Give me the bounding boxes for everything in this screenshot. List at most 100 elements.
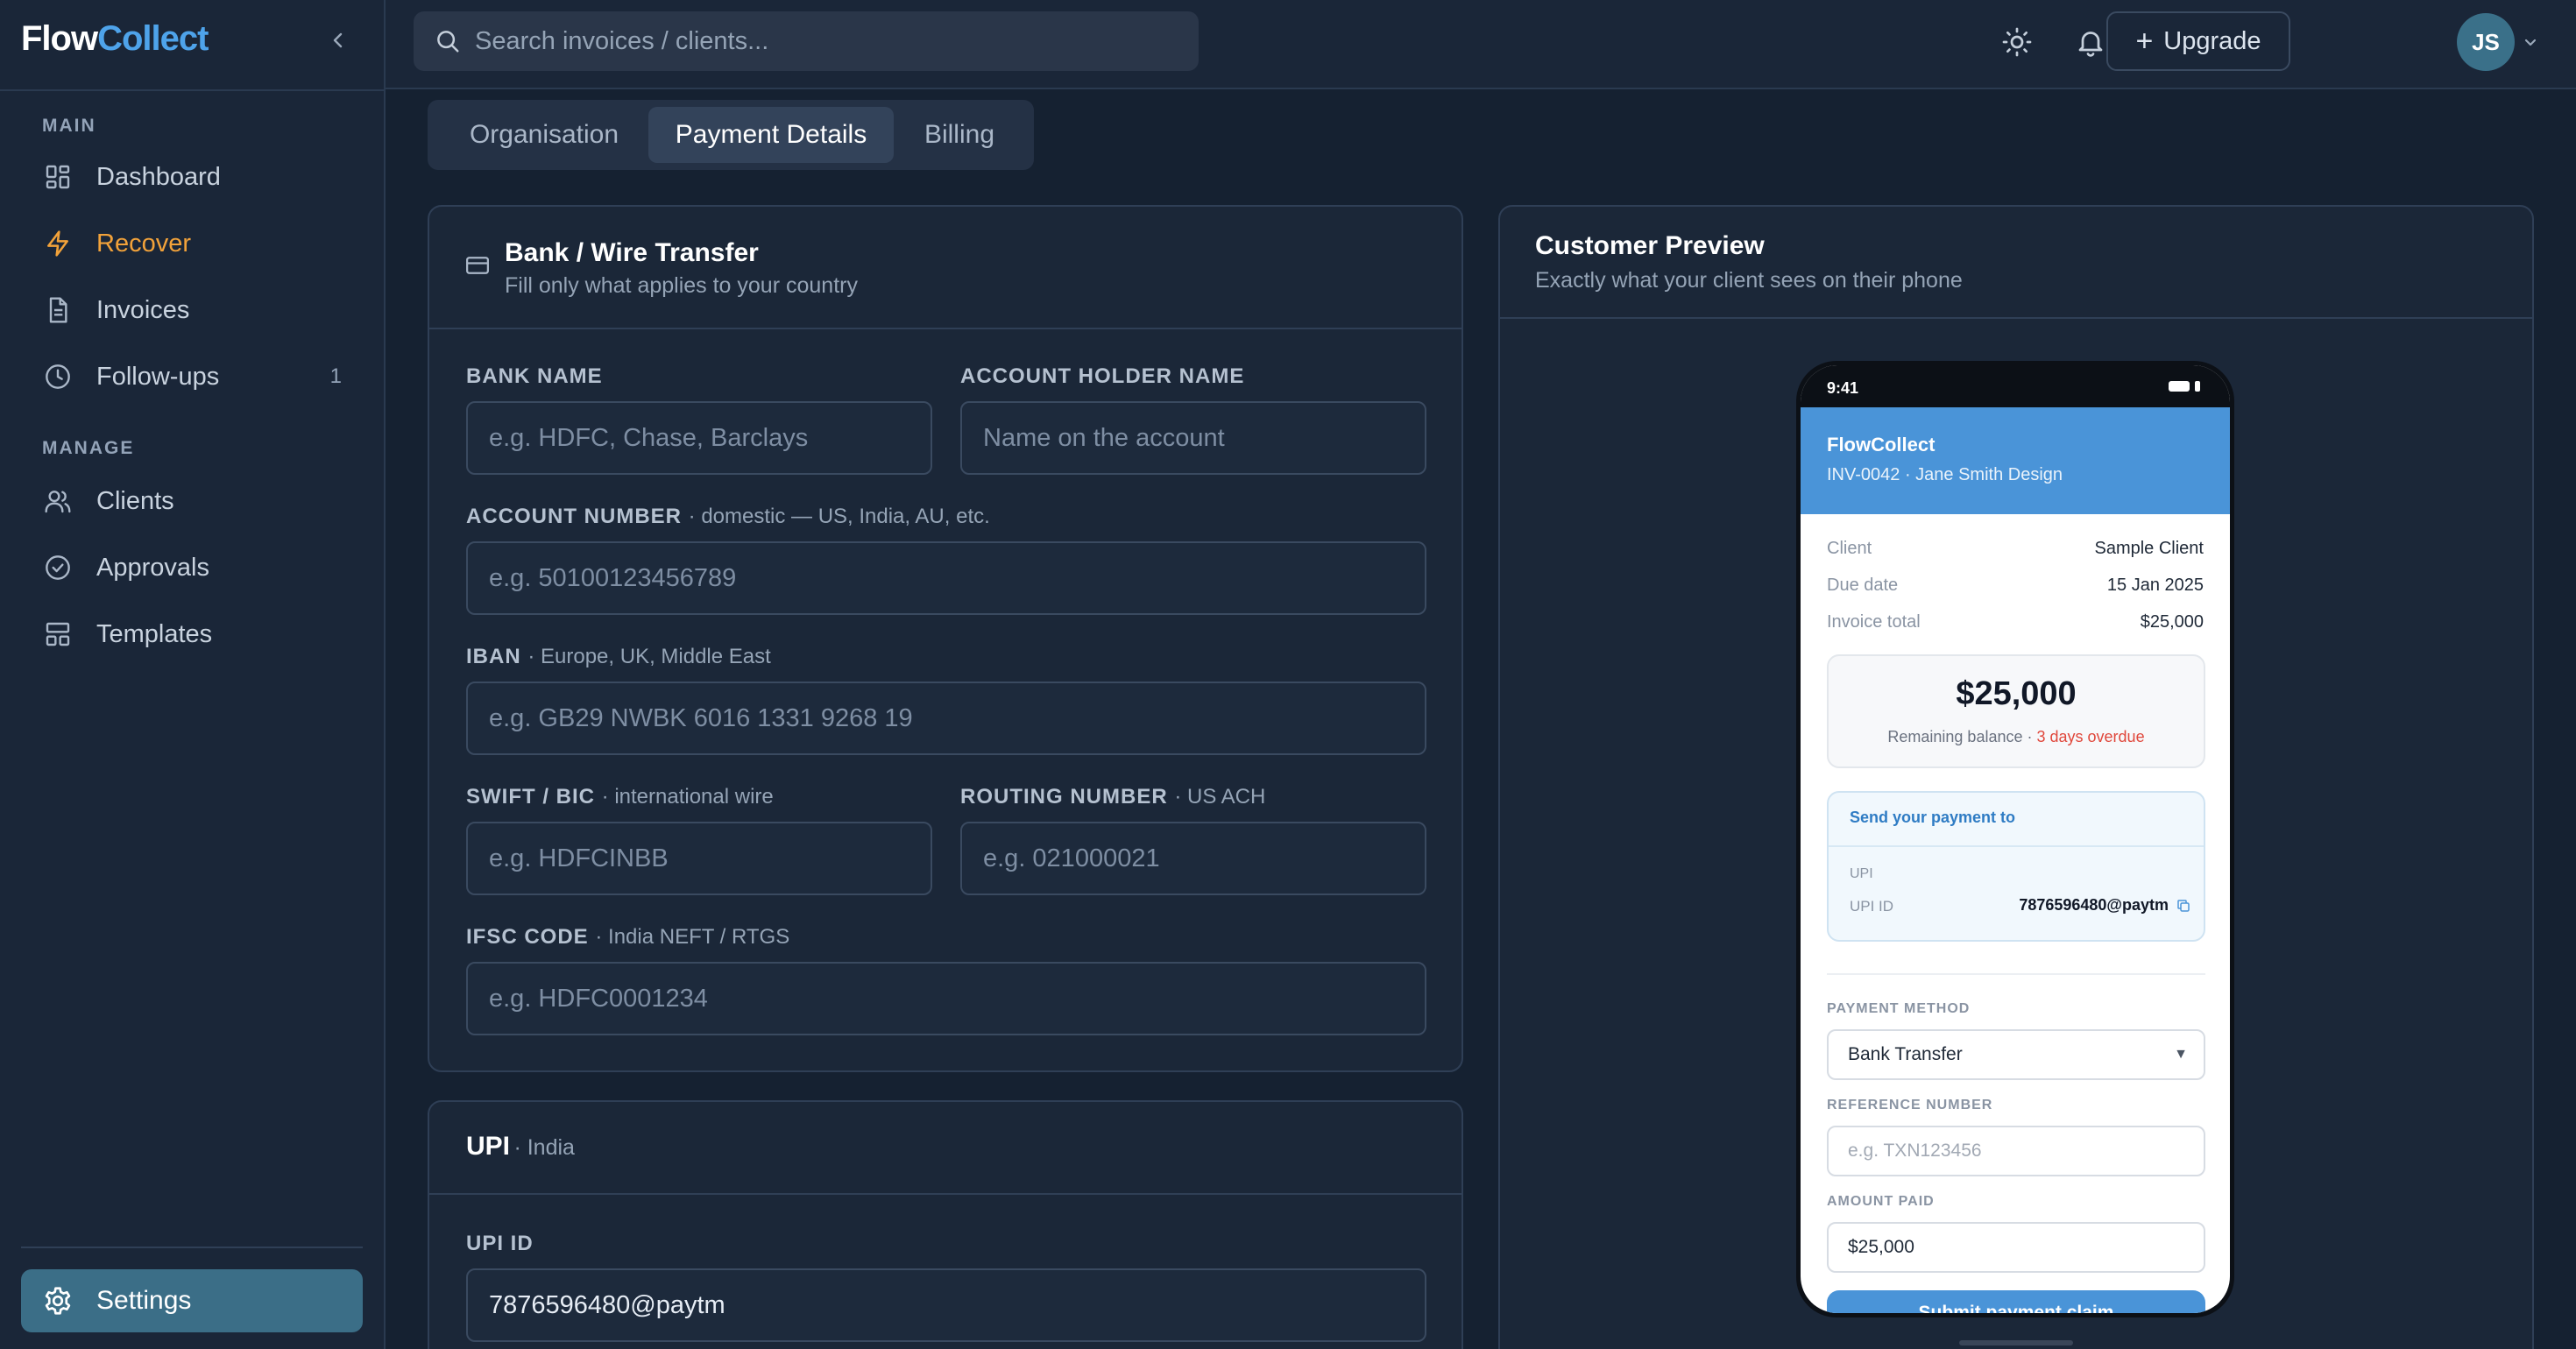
bank-transfer-card: Bank / Wire Transfer Fill only what appl… xyxy=(428,205,1463,1072)
avatar[interactable]: JS xyxy=(2457,13,2515,71)
users-icon xyxy=(42,485,74,517)
card-title: UPI xyxy=(466,1132,511,1161)
card-subtitle: · India xyxy=(513,1135,575,1160)
ifsc-label: IFSC CODE · India NEFT / RTGS xyxy=(466,925,789,950)
sidebar-item-follow-ups[interactable]: Follow-ups 1 xyxy=(21,349,363,405)
card-header: UPI · India xyxy=(429,1102,1461,1195)
logo-text-flow: Flow xyxy=(21,19,98,58)
app-logo[interactable]: FlowCollect xyxy=(21,19,209,59)
phone-screen: 9:41 FlowCollect INV-0042 · Jane Smith D… xyxy=(1801,365,2230,1313)
sidebar-item-invoices[interactable]: Invoices xyxy=(21,282,363,338)
sidebar-item-label: Invoices xyxy=(96,295,190,324)
divider xyxy=(1827,973,2205,975)
avatar-initials: JS xyxy=(2472,28,2500,55)
label-hint: · international wire xyxy=(601,785,774,809)
credit-card-icon xyxy=(466,257,489,274)
card-subtitle: Fill only what applies to your country xyxy=(505,273,858,298)
card-title-row: UPI · India xyxy=(466,1132,575,1162)
upi-id-input[interactable]: 7876596480@paytm xyxy=(466,1268,1426,1342)
sidebar-item-label: Templates xyxy=(96,619,213,648)
theme-toggle-button[interactable] xyxy=(1998,23,2036,61)
submit-payment-claim-button[interactable]: Submit payment claim xyxy=(1827,1290,2205,1313)
label-text: IBAN xyxy=(466,645,521,668)
sidebar-item-label: Recover xyxy=(96,229,191,258)
label-hint: · domestic — US, India, AU, etc. xyxy=(688,505,990,528)
sidebar-item-label: Approvals xyxy=(96,553,209,582)
plus-icon: + xyxy=(2135,24,2154,58)
payment-method-label: PAYMENT METHOD xyxy=(1827,1001,1971,1016)
sidebar-item-dashboard[interactable]: Dashboard xyxy=(21,149,363,205)
amount-paid-input[interactable]: $25,000 xyxy=(1827,1222,2205,1273)
search-bar[interactable] xyxy=(414,11,1199,71)
search-input[interactable] xyxy=(475,26,1176,56)
upi-card: UPI · India UPI ID 7876596480@paytm xyxy=(428,1100,1463,1349)
send-to-heading: Send your payment to xyxy=(1850,809,2016,826)
balance-text: Remaining balance · xyxy=(1887,728,2037,745)
card-header: Customer Preview Exactly what your clien… xyxy=(1500,207,2532,319)
routing-number-label: ROUTING NUMBER · US ACH xyxy=(960,785,1265,809)
account-holder-input[interactable]: Name on the account xyxy=(960,401,1426,475)
bank-name-label: BANK NAME xyxy=(466,364,603,388)
signal-icon xyxy=(2195,381,2200,392)
logo-text-collect: Collect xyxy=(97,19,209,58)
row-key: Invoice total xyxy=(1827,612,1921,632)
label-hint: · Europe, UK, Middle East xyxy=(527,645,771,668)
tab-billing[interactable]: Billing xyxy=(894,107,1025,163)
tab-organisation[interactable]: Organisation xyxy=(435,107,654,163)
sidebar-item-label: Dashboard xyxy=(96,162,221,191)
iban-input[interactable]: e.g. GB29 NWBK 6016 1331 9268 19 xyxy=(466,682,1426,755)
card-subtitle: Exactly what your client sees on their p… xyxy=(1535,268,1963,293)
sidebar-divider xyxy=(0,89,386,91)
sidebar-item-approvals[interactable]: Approvals xyxy=(21,540,363,596)
sidebar-item-clients[interactable]: Clients xyxy=(21,473,363,529)
label-text: IFSC CODE xyxy=(466,925,589,949)
sidebar: FlowCollect MAIN Dashboard Recover Invoi… xyxy=(0,0,386,1349)
section-label-main: MAIN xyxy=(42,116,96,136)
phone-invoice-line: INV-0042 · Jane Smith Design xyxy=(1827,465,2063,484)
chevron-left-icon xyxy=(333,32,343,48)
status-time: 9:41 xyxy=(1827,379,1859,397)
row-key: Client xyxy=(1827,539,1872,558)
upgrade-button[interactable]: + Upgrade xyxy=(2106,11,2290,71)
collapse-sidebar-button[interactable] xyxy=(322,25,354,56)
iban-label: IBAN · Europe, UK, Middle East xyxy=(466,645,771,669)
phone-invoice-header: FlowCollect INV-0042 · Jane Smith Design xyxy=(1801,407,2230,514)
label-text: ACCOUNT NUMBER xyxy=(466,505,682,528)
upi-id-value: 7876596480@paytm xyxy=(2019,896,2169,914)
sidebar-item-label: Settings xyxy=(96,1286,192,1315)
ifsc-input[interactable]: e.g. HDFC0001234 xyxy=(466,962,1426,1035)
section-label-manage: MANAGE xyxy=(42,438,135,458)
phone-client-row: Client Sample Client xyxy=(1827,539,2204,559)
swift-input[interactable]: e.g. HDFCINBB xyxy=(466,822,932,895)
account-holder-label: ACCOUNT HOLDER NAME xyxy=(960,364,1245,388)
label-text: ROUTING NUMBER xyxy=(960,785,1168,809)
label-hint: · India NEFT / RTGS xyxy=(595,925,790,949)
tab-payment-details[interactable]: Payment Details xyxy=(648,107,894,163)
templates-icon xyxy=(42,618,74,650)
reference-number-input[interactable]: e.g. TXN123456 xyxy=(1827,1126,2205,1176)
routing-number-input[interactable]: e.g. 021000021 xyxy=(960,822,1426,895)
sidebar-item-settings[interactable]: Settings xyxy=(21,1269,363,1332)
notifications-button[interactable] xyxy=(2071,23,2110,61)
row-value: 15 Jan 2025 xyxy=(2106,576,2204,595)
amount-paid-label: AMOUNT PAID xyxy=(1827,1194,1935,1209)
lightning-icon xyxy=(42,228,74,259)
scroll-indicator xyxy=(1959,1340,2073,1345)
check-circle-icon xyxy=(42,552,74,583)
sidebar-item-recover[interactable]: Recover xyxy=(21,215,363,272)
sidebar-item-label: Follow-ups xyxy=(96,362,220,391)
sidebar-item-templates[interactable]: Templates xyxy=(21,606,363,662)
follow-ups-count-badge: 1 xyxy=(329,364,342,388)
payment-method-select[interactable]: Bank Transfer ▼ xyxy=(1827,1029,2205,1080)
bank-name-input[interactable]: e.g. HDFC, Chase, Barclays xyxy=(466,401,932,475)
sidebar-divider xyxy=(21,1247,363,1248)
phone-status-bar: 9:41 xyxy=(1801,365,2230,407)
search-icon xyxy=(435,28,461,54)
account-number-input[interactable]: e.g. 50100123456789 xyxy=(466,541,1426,615)
row-key: Due date xyxy=(1827,576,1899,595)
settings-tabs: Organisation Payment Details Billing xyxy=(428,100,1034,170)
chevron-down-icon[interactable] xyxy=(2520,32,2541,53)
top-bar: + Upgrade JS xyxy=(386,0,2576,89)
dashboard-icon xyxy=(42,161,74,193)
copy-icon[interactable] xyxy=(2176,898,2191,914)
